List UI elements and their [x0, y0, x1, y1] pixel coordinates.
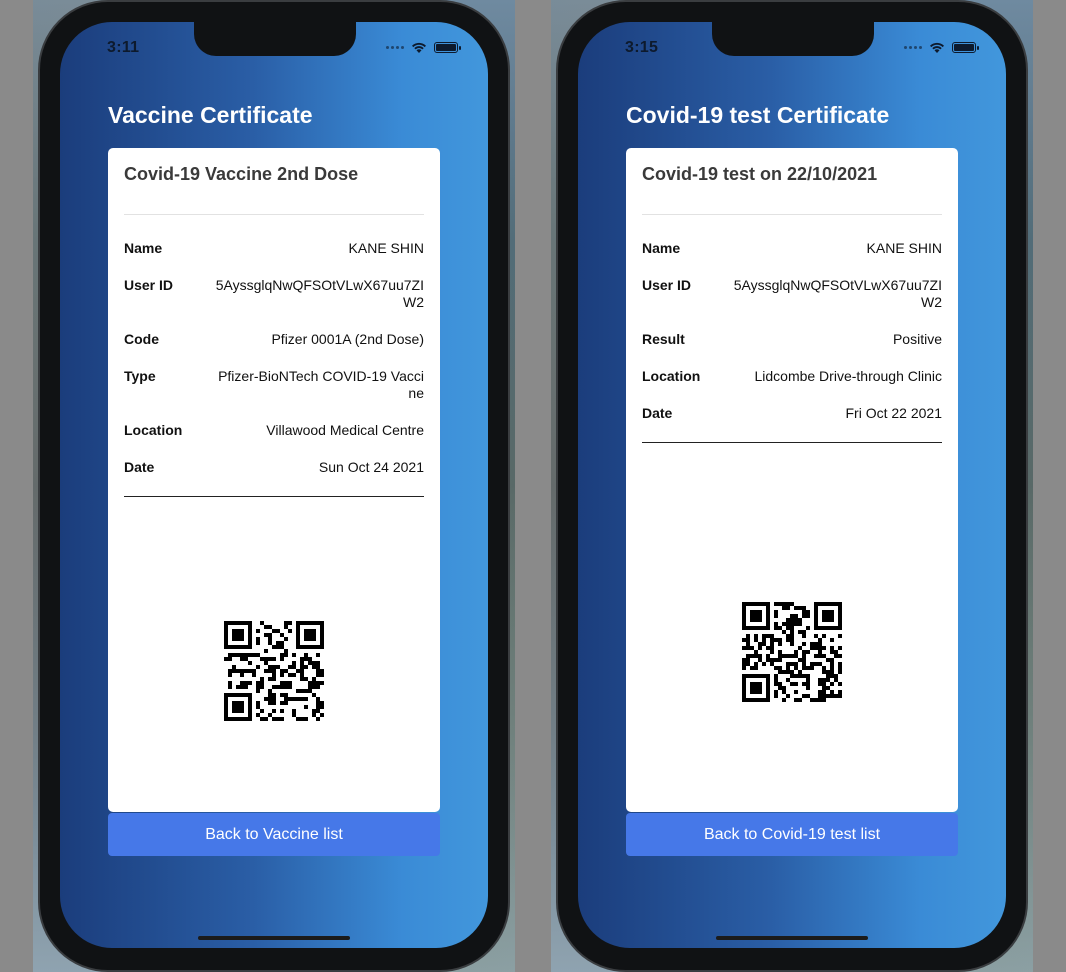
vaccine-certificate-screen: 3:11 Vaccine Certificate Covid-19 Vaccin…	[60, 22, 488, 948]
row-value: Pfizer 0001A (2nd Dose)	[271, 331, 424, 347]
detail-row-location: Location Villawood Medical Centre	[124, 422, 424, 439]
qr-code	[224, 621, 324, 721]
detail-row-date: Date Sun Oct 24 2021	[124, 459, 424, 476]
separator-line	[124, 496, 424, 497]
battery-icon	[434, 41, 461, 53]
detail-row-code: Code Pfizer 0001A (2nd Dose)	[124, 331, 424, 348]
status-time: 3:15	[625, 39, 659, 56]
row-label: Type	[124, 368, 156, 384]
status-time: 3:11	[107, 39, 140, 56]
test-certificate-screen: 3:15 Covid-19 test Certificate Covid-19 …	[578, 22, 1006, 948]
detail-row-location: Location Lidcombe Drive-through Clinic	[642, 368, 942, 385]
row-value: Fri Oct 22 2021	[845, 405, 943, 421]
status-icons	[904, 40, 979, 54]
phone-bezel: 3:15 Covid-19 test Certificate Covid-19 …	[556, 0, 1028, 972]
status-icons	[386, 40, 461, 54]
notch	[712, 22, 874, 56]
notch	[194, 22, 356, 56]
row-value: KANE SHIN	[348, 240, 424, 256]
row-value: Lidcombe Drive-through Clinic	[754, 368, 942, 384]
card-title: Covid-19 test on 22/10/2021	[642, 164, 878, 184]
detail-row-date: Date Fri Oct 22 2021	[642, 405, 942, 422]
row-label: User ID	[124, 277, 174, 293]
signal-icon	[904, 45, 922, 49]
row-label: Name	[124, 240, 163, 256]
row-label: Location	[124, 422, 183, 438]
row-value: 5AyssglqNwQFSOtVLwX67uu7ZIW2	[215, 277, 424, 310]
page-title: Covid-19 test Certificate	[626, 102, 890, 128]
phone-bezel: 3:11 Vaccine Certificate Covid-19 Vaccin…	[38, 0, 510, 972]
signal-icon	[386, 45, 404, 49]
row-value: 5AyssglqNwQFSOtVLwX67uu7ZIW2	[733, 277, 942, 310]
row-value: Villawood Medical Centre	[266, 422, 424, 438]
row-label: User ID	[642, 277, 692, 293]
card-divider	[642, 214, 942, 215]
card-title: Covid-19 Vaccine 2nd Dose	[124, 164, 359, 184]
separator-line	[642, 442, 942, 443]
battery-icon	[952, 41, 979, 53]
row-label: Result	[642, 331, 685, 347]
detail-row-user-id: User ID 5AyssglqNwQFSOtVLwX67uu7ZIW2	[124, 277, 424, 311]
row-value: Positive	[892, 331, 942, 347]
certificate-card: Covid-19 test on 22/10/2021 Name KANE SH…	[626, 148, 958, 812]
wifi-icon	[930, 42, 944, 53]
row-label: Code	[124, 331, 159, 347]
row-value: KANE SHIN	[866, 240, 942, 256]
detail-row-name: Name KANE SHIN	[642, 240, 942, 257]
row-label: Date	[642, 405, 673, 421]
left-device-frame: 3:11 Vaccine Certificate Covid-19 Vaccin…	[33, 0, 515, 972]
home-indicator[interactable]	[716, 936, 868, 940]
home-indicator[interactable]	[198, 936, 350, 940]
back-to-vaccine-list-button[interactable]: Back to Vaccine list	[108, 813, 440, 856]
wifi-icon	[412, 42, 426, 53]
page-title: Vaccine Certificate	[108, 102, 313, 128]
row-label: Name	[642, 240, 681, 256]
card-divider	[124, 214, 424, 215]
detail-row-type: Type Pfizer-BioNTech COVID-19 Vaccine	[124, 368, 424, 402]
row-value: Sun Oct 24 2021	[318, 459, 424, 475]
detail-row-result: Result Positive	[642, 331, 942, 348]
right-device-frame: 3:15 Covid-19 test Certificate Covid-19 …	[551, 0, 1033, 972]
row-value: Pfizer-BioNTech COVID-19 Vaccine	[218, 368, 424, 401]
detail-row-user-id: User ID 5AyssglqNwQFSOtVLwX67uu7ZIW2	[642, 277, 942, 311]
back-to-test-list-button[interactable]: Back to Covid-19 test list	[626, 813, 958, 856]
certificate-card: Covid-19 Vaccine 2nd Dose Name KANE SHIN…	[108, 148, 440, 812]
row-label: Date	[124, 459, 155, 475]
row-label: Location	[642, 368, 701, 384]
qr-code	[742, 602, 842, 702]
detail-row-name: Name KANE SHIN	[124, 240, 424, 257]
